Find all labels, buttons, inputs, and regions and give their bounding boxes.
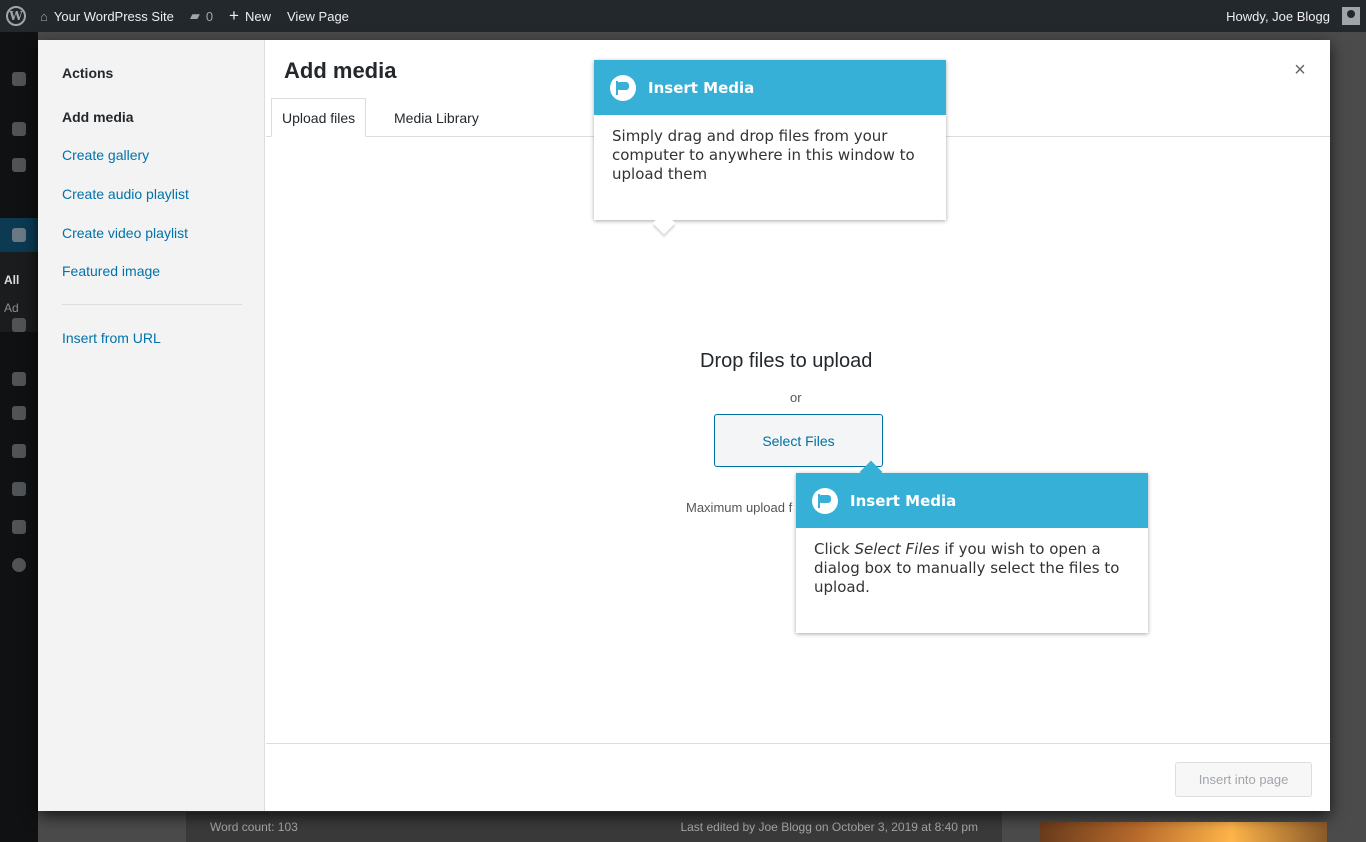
wordpress-logo[interactable]: W: [0, 0, 32, 32]
menu-item-create-video-playlist[interactable]: Create video playlist: [62, 225, 188, 241]
home-icon: ⌂: [40, 8, 48, 24]
avatar: [1342, 7, 1360, 25]
tour-body-emphasis: Select Files: [854, 540, 940, 558]
comments-icon[interactable]: [12, 318, 26, 332]
word-count: Word count: 103: [210, 820, 298, 834]
featured-image-thumbnail: [1040, 822, 1327, 842]
new-label: New: [244, 8, 271, 24]
tour-body: Simply drag and drop files from your com…: [612, 127, 915, 183]
new-content-link[interactable]: + New: [221, 0, 279, 32]
tour-header: Insert Media: [594, 60, 946, 115]
tour-title: Insert Media: [648, 78, 755, 97]
wordpress-icon: W: [6, 6, 26, 26]
menu-separator: [62, 304, 242, 305]
media-icon[interactable]: [12, 158, 26, 172]
greeting: Howdy, Joe Blogg: [1226, 8, 1330, 24]
media-toolbar: Insert into page: [266, 743, 1330, 811]
media-menu: Actions Add media Create gallery Create …: [38, 40, 265, 811]
site-name: Your WordPress Site: [53, 8, 174, 24]
menu-item-add-media[interactable]: Add media: [62, 109, 134, 125]
menu-item-create-audio-playlist[interactable]: Create audio playlist: [62, 186, 189, 202]
tour-body-pre: Click: [814, 540, 855, 558]
pages-menu-item[interactable]: [0, 218, 38, 252]
user-account-menu[interactable]: Howdy, Joe Blogg: [1218, 0, 1366, 32]
flag-icon: [610, 74, 636, 101]
menu-item-featured-image[interactable]: Featured image: [62, 263, 160, 279]
comments-link[interactable]: ▰ 0: [182, 0, 221, 32]
comment-bubble-icon: ▰: [189, 8, 200, 23]
or-label: or: [790, 390, 802, 405]
posts-icon[interactable]: [12, 122, 26, 136]
view-page-link[interactable]: View Page: [279, 0, 357, 32]
collapse-menu-icon[interactable]: [12, 558, 26, 572]
plus-icon: +: [229, 6, 239, 25]
pages-icon: [12, 228, 26, 242]
appearance-icon[interactable]: [12, 372, 26, 386]
menu-item-create-gallery[interactable]: Create gallery: [62, 147, 149, 163]
plugins-icon[interactable]: [12, 406, 26, 420]
drop-files-title: Drop files to upload: [700, 350, 873, 372]
settings-icon[interactable]: [12, 520, 26, 534]
editor-status-bar: Word count: 103 Last edited by Joe Blogg…: [186, 811, 1002, 842]
comments-count: 0: [205, 8, 214, 24]
flag-icon: [812, 487, 838, 514]
tour-popover-select-files: Insert Media Click Select Files if you w…: [796, 473, 1148, 633]
site-name-link[interactable]: ⌂ Your WordPress Site: [32, 0, 182, 32]
menu-item-insert-from-url[interactable]: Insert from URL: [62, 330, 161, 346]
modal-title: Add media: [284, 58, 397, 83]
admin-menu: All Ad: [0, 32, 38, 842]
close-icon[interactable]: ×: [1288, 58, 1312, 82]
menu-heading: Actions: [62, 65, 114, 81]
tour-body: Click Select Files if you wish to open a…: [796, 528, 1148, 613]
tab-media-library[interactable]: Media Library: [384, 98, 489, 137]
insert-into-page-button[interactable]: Insert into page: [1175, 762, 1312, 797]
tour-header: Insert Media: [796, 473, 1148, 528]
tab-upload-files[interactable]: Upload files: [271, 98, 367, 137]
last-edited: Last edited by Joe Blogg on October 3, 2…: [680, 820, 978, 834]
admin-bar: W ⌂ Your WordPress Site ▰ 0 + New View P…: [0, 0, 1366, 32]
tour-popover-drag-drop: Insert Media Simply drag and drop files …: [594, 60, 946, 220]
users-icon[interactable]: [12, 444, 26, 458]
view-page-label: View Page: [287, 8, 349, 24]
max-upload-size: Maximum upload file size: [686, 500, 793, 515]
dashboard-icon[interactable]: [12, 72, 26, 86]
submenu-all[interactable]: All: [4, 266, 38, 294]
tools-icon[interactable]: [12, 482, 26, 496]
tour-title: Insert Media: [850, 491, 957, 510]
select-files-button[interactable]: Select Files: [714, 414, 883, 467]
